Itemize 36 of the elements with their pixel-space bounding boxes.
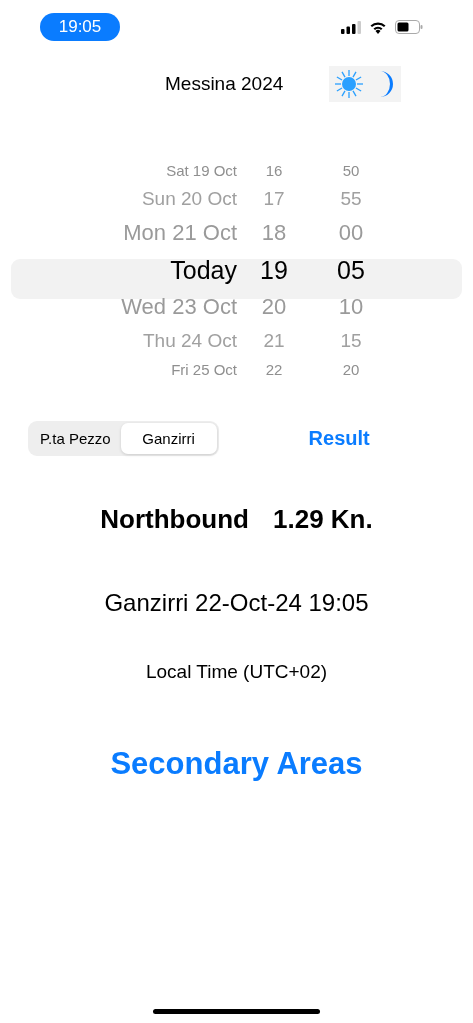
timezone-label: Local Time (UTC+02) [144,661,329,683]
picker-hour[interactable]: 18 [237,220,311,247]
picker-hour[interactable]: 20 [237,293,311,320]
picker-minute[interactable]: 20 [311,360,391,378]
wifi-icon [369,20,387,34]
picker-date[interactable]: Fri 25 Oct [0,360,237,378]
picker-date[interactable]: Mon 21 Oct [0,220,237,247]
screen-title: Messina 2024 [165,73,284,95]
location-datetime: Ganzirri 22-Oct-24 19:05 [103,589,370,617]
picker-hour[interactable]: 22 [237,360,311,378]
picker-hour[interactable]: 19 [237,255,311,285]
picker-minute[interactable]: 50 [311,162,391,180]
sun-moon-button[interactable] [329,66,402,102]
picker-minute[interactable]: 15 [311,329,391,352]
current-speed: 1.29 Kn. [273,504,373,535]
picker-minute[interactable]: 05 [311,255,391,285]
status-time: 19:05 [40,13,120,41]
picker-date[interactable]: Sun 20 Oct [0,188,237,211]
picker-minute[interactable]: 55 [311,188,391,211]
segment-tab[interactable]: P.ta Pezzo [30,423,121,454]
picker-date[interactable]: Today [0,255,237,285]
picker-minute[interactable]: 00 [311,220,391,247]
date-time-picker[interactable]: Sat 19 Oct 16 50 Sun 20 Oct 17 55 Mon 21 Oct 18 00 Today 19 05 Wed 23 Oct 20 10 Thu 24 Oct 21 15 Fri 25 Oct 22 20 [0,159,473,381]
picker-date[interactable]: Thu 24 Oct [0,329,237,352]
picker-hour[interactable]: 21 [237,329,311,352]
current-direction: Northbound [100,504,249,535]
picker-minute[interactable]: 10 [311,293,391,320]
picker-hour[interactable]: 17 [237,188,311,211]
segment-tab[interactable]: Ganzirri [120,423,217,454]
picker-date[interactable]: Wed 23 Oct [0,293,237,320]
secondary-areas-link[interactable]: Secondary Areas [104,745,369,783]
battery-icon [395,20,423,34]
picker-hour[interactable]: 16 [237,162,311,180]
picker-date[interactable]: Sat 19 Oct [0,162,237,180]
result-button[interactable]: Result [308,427,370,450]
signal-icon [341,20,361,34]
